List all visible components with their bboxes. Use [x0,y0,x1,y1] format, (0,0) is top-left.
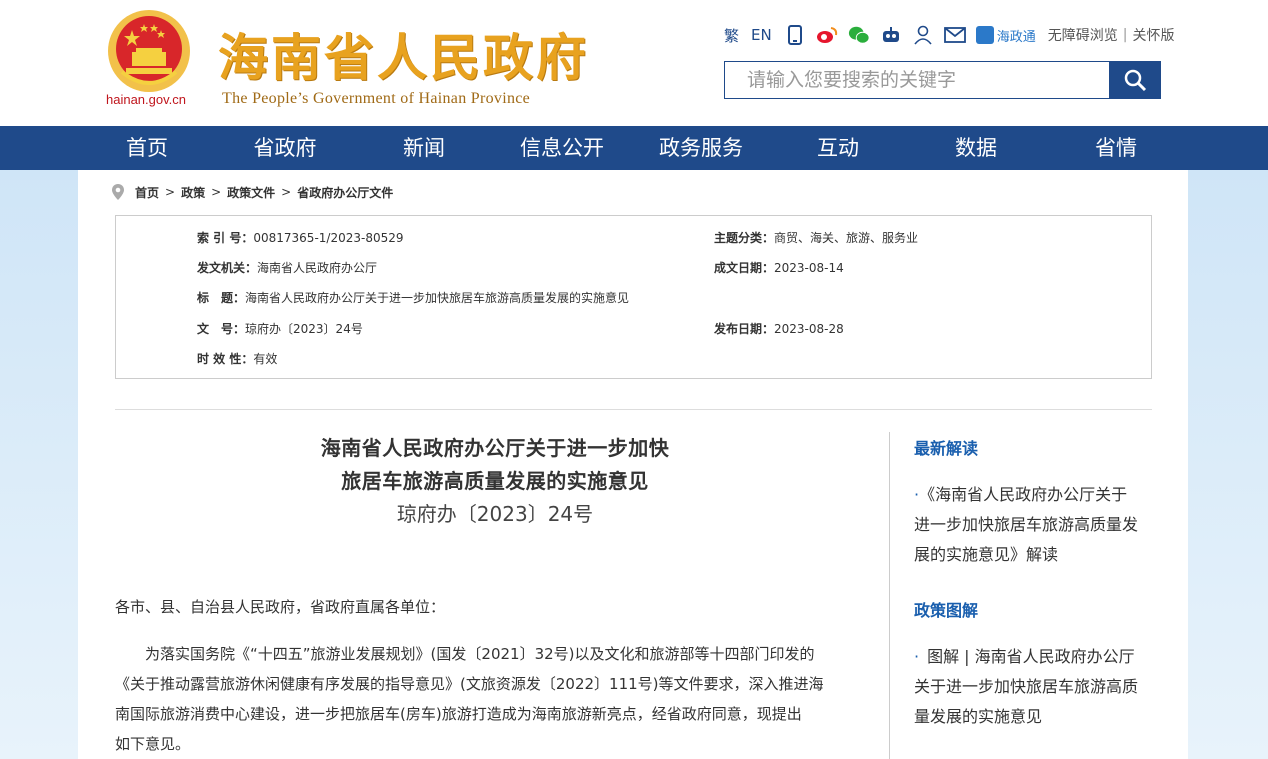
article-greeting: 各市、县、自治县人民政府，省政府直属各单位： [115,598,446,616]
care-mode-link[interactable]: 关怀版 [1132,25,1174,45]
national-emblem-icon[interactable] [106,8,192,94]
nav-data[interactable]: 数据 [940,126,1012,170]
nav-provincial-government[interactable]: 省政府 [240,126,330,170]
site-domain: hainan.gov.cn [106,92,186,107]
policy-graphic-line: · 图解 | 海南省人民政府办公厅 [914,642,1146,672]
meta-topic-label: 主题分类： [714,231,775,245]
meta-index: 索 引 号：00817365-1/2023-80529 [197,229,404,246]
toolbar-separator: | [1122,27,1128,43]
meta-validity-label: 时 效 性： [197,352,254,366]
mobile-icon[interactable] [784,24,806,46]
meta-issuer: 发文机关：海南省人民政府办公厅 [197,259,377,276]
meta-topic-value: 商贸、海关、旅游、服务业 [774,231,919,245]
policy-graphic-link[interactable]: · 图解 | 海南省人民政府办公厅 关于进一步加快旅居车旅游高质 量发展的实施意见 [914,642,1146,732]
search-box [724,61,1161,99]
article-paragraph-line: 《关于推动露营旅游休闲健康有序发展的指导意见》(文旅资源发〔2022〕111号)… [115,675,824,693]
traditional-chinese-link[interactable]: 繁 [724,25,739,46]
article-title-line1: 海南省人民政府办公厅关于进一步加快 [320,436,670,460]
latest-interpretation-line: 进一步加快旅居车旅游高质量发 [914,515,1139,534]
latest-interpretation-link[interactable]: · 《海南省人民政府办公厅关于 进一步加快旅居车旅游高质量发 展的实施意见》解读 [914,480,1146,570]
meta-docno: 文 号：琼府办〔2023〕24号 [197,320,363,337]
meta-issuer-value: 海南省人民政府办公厅 [257,261,378,275]
article-doc-number: 琼府办〔2023〕24号 [396,502,594,526]
policy-graphic-line: 关于进一步加快旅居车旅游高质 [914,677,1139,696]
meta-index-value: 00817365-1/2023-80529 [253,231,404,245]
haizhengtong-icon [975,26,994,44]
nav-information-disclosure[interactable]: 信息公开 [508,126,616,170]
latest-interpretation-line: 展的实施意见》解读 [914,545,1059,564]
meta-pubdate-label: 发布日期： [714,322,775,336]
sidebar-divider [889,432,890,759]
main-nav: 首页 省政府 新闻 信息公开 政务服务 互动 数据 省情 [0,126,1268,170]
english-link[interactable]: EN [751,26,772,44]
top-toolbar: 繁 EN 海政通 无障碍浏览 | 关怀版 [724,24,1174,46]
breadcrumb-office-documents[interactable]: 省政府办公厅文件 [297,184,393,201]
latest-interpretation-heading[interactable]: 最新解读 [914,435,978,459]
wechat-icon[interactable] [848,24,870,46]
policy-graphic-text: 图解 | 海南省人民政府办公厅 [927,647,1135,666]
meta-title: 标 题：海南省人民政府办公厅关于进一步加快旅居车旅游高质量发展的实施意见 [197,289,629,306]
article-title-line2: 旅居车旅游高质量发展的实施意见 [341,469,649,493]
left-background [0,170,78,759]
nav-province-overview[interactable]: 省情 [1080,126,1152,170]
mail-icon[interactable] [943,24,966,46]
meta-validity: 时 效 性：有效 [197,350,277,367]
latest-interpretation-line: · 《海南省人民政府办公厅关于 [914,480,1146,510]
search-button[interactable] [1109,62,1160,98]
breadcrumb-separator: > [165,185,176,199]
meta-docno-value: 琼府办〔2023〕24号 [245,322,363,336]
policy-graphic-heading[interactable]: 政策图解 [914,597,978,621]
search-input[interactable] [725,62,1109,98]
meta-date: 成文日期：2023-08-14 [714,259,844,276]
document-metadata-box: 索 引 号：00817365-1/2023-80529 主题分类：商贸、海关、旅… [115,215,1152,379]
latest-interpretation-text: 《海南省人民政府办公厅关于 [927,485,1128,504]
nav-interaction[interactable]: 互动 [802,126,874,170]
section-divider [115,409,1152,410]
weibo-icon[interactable] [816,24,838,46]
haizhengtong-label: 海政通 [996,29,1036,45]
bullet-icon: · [914,647,920,666]
meta-pubdate-value: 2023-08-28 [774,322,844,336]
breadcrumb-separator: > [281,185,292,199]
meta-validity-value: 有效 [253,352,278,366]
article-paragraph-line: 为落实国务院《“十四五”旅游业发展规划》(国发〔2021〕32号)以及文化和旅游… [115,645,815,663]
article-paragraph-line: 如下意见。 [115,735,191,753]
breadcrumb-policy[interactable]: 政策 [181,184,205,201]
site-title-en: The People’s Government of Hainan Provin… [222,90,531,107]
site-header: hainan.gov.cn 海南省人民政府 The People’s Gover… [0,0,1268,126]
haizhengtong-link[interactable]: 海政通 [975,26,1036,45]
meta-title-value: 海南省人民政府办公厅关于进一步加快旅居车旅游高质量发展的实施意见 [245,291,630,305]
search-icon [1124,69,1146,92]
policy-graphic-line: 量发展的实施意见 [914,707,1043,726]
breadcrumb-separator: > [211,185,222,199]
breadcrumb-home[interactable]: 首页 [135,184,159,201]
meta-issuer-label: 发文机关： [197,261,258,275]
meta-index-label: 索 引 号： [197,231,254,245]
nav-government-services[interactable]: 政务服务 [648,126,754,170]
location-pin-icon [112,184,124,200]
accessibility-link[interactable]: 无障碍浏览 [1048,25,1118,45]
article-paragraph-line: 南国际旅游消费中心建设，进一步把旅居车(房车)旅游打造成为海南旅游新亮点，经省政… [115,705,802,723]
nav-home[interactable]: 首页 [110,126,184,170]
meta-title-label: 标 题： [197,291,246,305]
meta-date-label: 成文日期： [714,261,775,275]
meta-docno-label: 文 号： [197,322,246,336]
nav-news[interactable]: 新闻 [388,126,460,170]
meta-topic: 主题分类：商贸、海关、旅游、服务业 [714,229,918,246]
breadcrumb-policy-documents[interactable]: 政策文件 [227,184,275,201]
bullet-icon: · [914,485,920,504]
site-title-cn[interactable]: 海南省人民政府 [218,18,589,90]
user-icon[interactable] [912,24,934,46]
meta-pubdate: 发布日期：2023-08-28 [714,320,844,337]
meta-date-value: 2023-08-14 [774,261,844,275]
robot-icon[interactable] [880,24,902,46]
breadcrumb: 首页 > 政策 > 政策文件 > 省政府办公厅文件 [112,183,393,201]
right-background [1188,170,1268,759]
